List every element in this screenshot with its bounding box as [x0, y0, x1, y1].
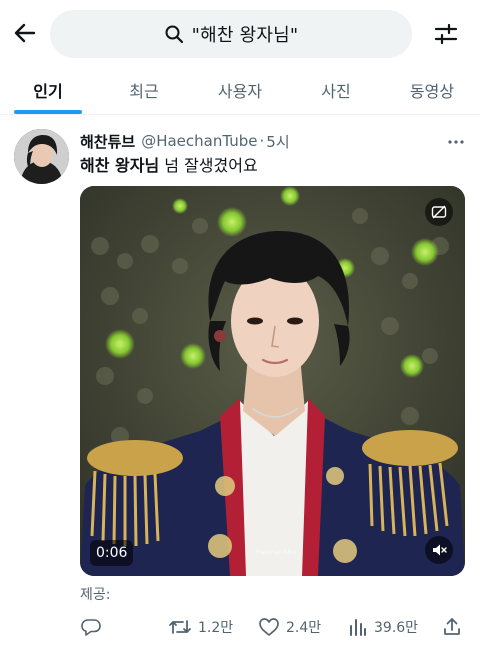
retweet-icon [169, 620, 191, 634]
sliders-icon [434, 23, 458, 45]
heart-icon [259, 618, 279, 636]
tab-photos[interactable]: 사진 [288, 66, 384, 114]
mute-button[interactable] [425, 536, 453, 564]
tweet[interactable]: 해찬튜브 @HaechanTube · 5시 해찬 왕자님 넘 잘생겼어요 0:… [0, 116, 480, 647]
tab-videos[interactable]: 동영상 [384, 66, 480, 114]
avatar-image [14, 129, 69, 184]
search-filter-button[interactable] [430, 18, 462, 50]
video-duration: 0:06 [90, 540, 134, 566]
tab-label: 동영상 [409, 82, 455, 101]
search-tabs: 인기 최근 사용자 사진 동영상 [0, 66, 480, 115]
tab-label: 인기 [33, 82, 63, 101]
tab-label: 사용자 [217, 82, 263, 101]
back-button[interactable] [10, 18, 40, 48]
tab-people[interactable]: 사용자 [192, 66, 288, 114]
timestamp[interactable]: 5시 [266, 131, 289, 152]
tab-top[interactable]: 인기 [0, 66, 96, 114]
captions-toggle-button[interactable] [425, 198, 453, 226]
top-bar: "해찬 왕자님" [0, 0, 480, 66]
tweet-text-rest: 넘 잘생겼어요 [159, 156, 258, 175]
view-count: 39.6만 [374, 620, 419, 636]
share-button[interactable] [442, 617, 462, 637]
more-options-button[interactable] [446, 132, 466, 152]
avatar[interactable] [14, 129, 69, 184]
separator: · [259, 132, 265, 150]
tweet-text-bold: 해찬 왕자님 [80, 156, 160, 175]
speaker-muted-icon [433, 544, 447, 556]
reply-icon [81, 619, 101, 636]
arrow-left-icon [14, 23, 36, 43]
no-captions-icon [431, 205, 447, 219]
video-player[interactable]: 0:06 HaechanTube [80, 186, 465, 576]
more-icon [448, 140, 464, 144]
tab-label: 최근 [129, 82, 159, 101]
search-query: "해찬 왕자님" [191, 25, 299, 46]
retweet-button[interactable]: 1.2만 [168, 617, 233, 637]
tweet-header: 해찬튜브 @HaechanTube · 5시 [80, 130, 466, 152]
bar-chart-icon [350, 619, 366, 636]
author-handle[interactable]: @HaechanTube [141, 132, 257, 150]
retweet-count: 1.2만 [198, 620, 234, 636]
tab-latest[interactable]: 최근 [96, 66, 192, 114]
video-watermark: HaechanTube [256, 549, 297, 556]
search-input[interactable]: "해찬 왕자님" [50, 10, 412, 58]
tweet-text: 해찬 왕자님 넘 잘생겼어요 [80, 152, 258, 176]
video-frame [80, 186, 465, 576]
views-button[interactable]: 39.6만 [348, 617, 418, 637]
author-name[interactable]: 해찬튜브 [80, 131, 135, 152]
like-count: 2.4만 [286, 620, 322, 636]
search-icon [165, 25, 183, 44]
tweet-actions: 1.2만 2.4만 39.6만 [80, 612, 465, 642]
provided-by-label: 제공: [80, 587, 111, 603]
tab-label: 사진 [321, 82, 351, 101]
active-tab-indicator [14, 110, 82, 114]
like-button[interactable]: 2.4만 [258, 617, 321, 637]
share-icon [444, 618, 460, 635]
reply-button[interactable] [80, 617, 108, 637]
